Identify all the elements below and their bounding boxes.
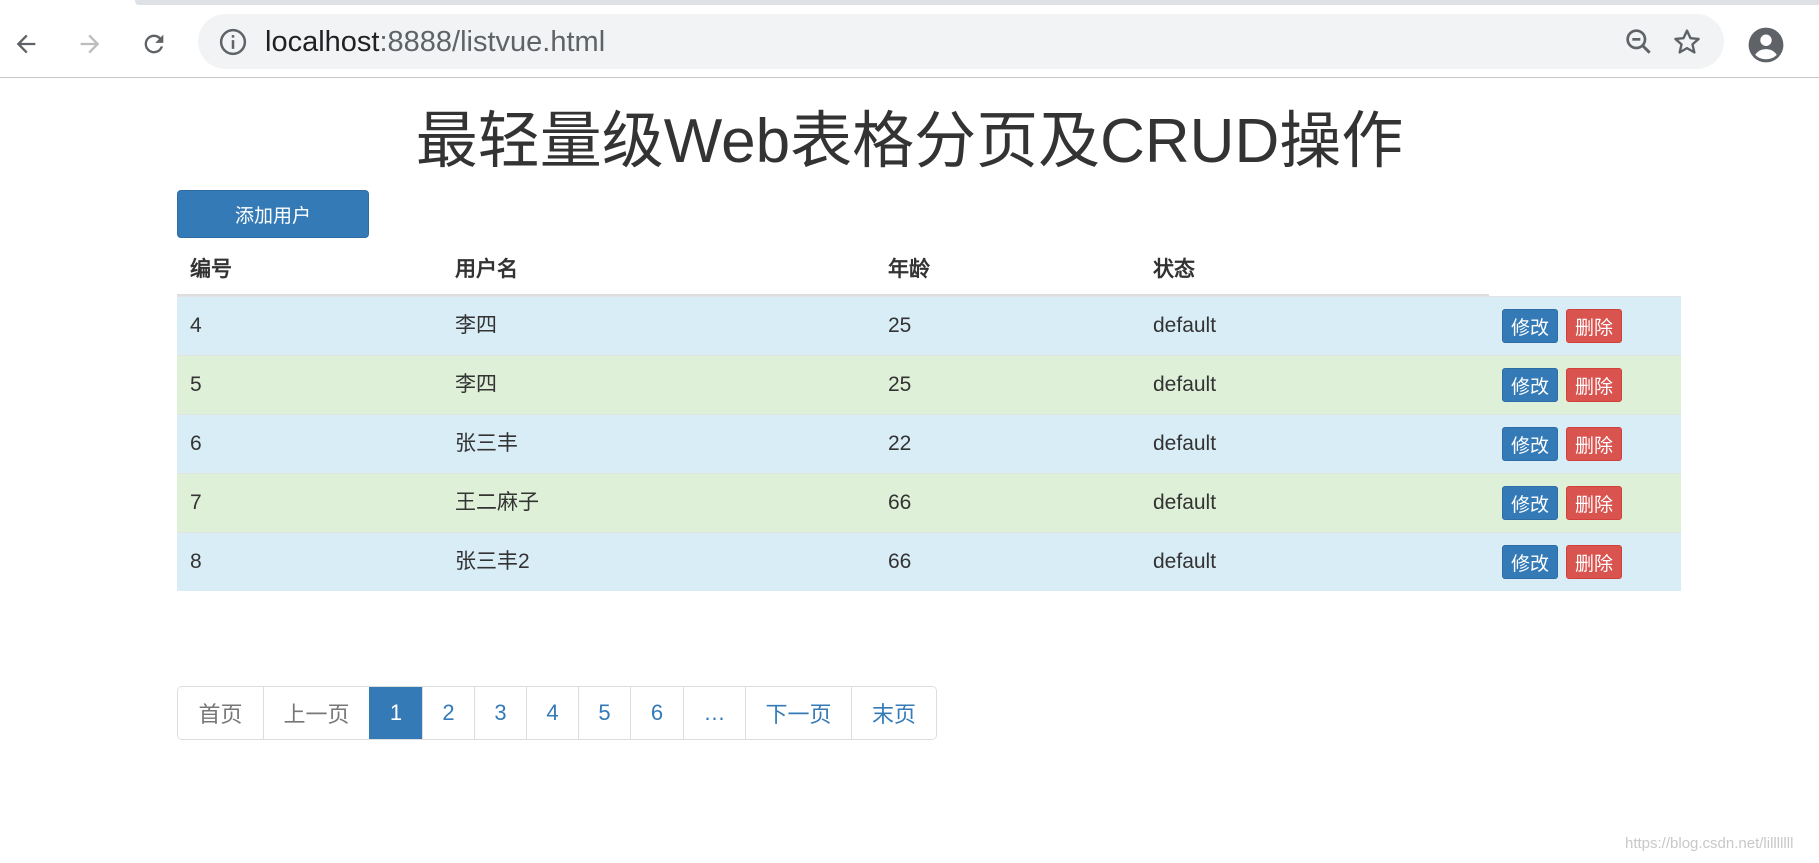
- table-row: 7 王二麻子 66 default 修改 删除: [177, 473, 1681, 532]
- row-actions: 修改 删除: [1502, 427, 1622, 461]
- zoom-out-icon[interactable]: [1623, 26, 1655, 58]
- cell-id: 5: [190, 373, 202, 396]
- page-5[interactable]: 5: [578, 687, 630, 739]
- table-row: 5 李四 25 default 修改 删除: [177, 355, 1681, 414]
- page-3[interactable]: 3: [474, 687, 526, 739]
- row-actions: 修改 删除: [1502, 309, 1622, 343]
- cell-username: 张三丰: [455, 432, 518, 455]
- star-icon[interactable]: [1671, 26, 1703, 58]
- cell-username: 李四: [455, 314, 497, 337]
- edit-button[interactable]: 修改: [1502, 427, 1558, 461]
- pagination: 首页 上一页 1 2 3 4 5 6 … 下一页 末页: [177, 686, 937, 740]
- watermark: https://blog.csdn.net/lilllllll: [1625, 835, 1794, 852]
- page-ellipsis[interactable]: …: [683, 687, 745, 739]
- cell-username: 王二麻子: [455, 491, 539, 514]
- info-icon[interactable]: [218, 27, 248, 57]
- account-icon[interactable]: [1747, 26, 1785, 64]
- edit-button[interactable]: 修改: [1502, 368, 1558, 402]
- forward-arrow-icon: [80, 34, 100, 54]
- add-user-button[interactable]: 添加用户: [177, 190, 369, 238]
- forward-button[interactable]: [68, 22, 112, 66]
- page-1[interactable]: 1: [369, 687, 422, 739]
- cell-status: default: [1153, 314, 1217, 337]
- delete-button[interactable]: 删除: [1566, 427, 1622, 461]
- table-row: 6 张三丰 22 default 修改 删除: [177, 414, 1681, 473]
- cell-username: 李四: [455, 373, 497, 396]
- page-4[interactable]: 4: [526, 687, 578, 739]
- page-prev[interactable]: 上一页: [263, 687, 369, 739]
- url-path: :8888/listvue.html: [379, 26, 606, 58]
- address-bar[interactable]: localhost:8888/listvue.html: [198, 14, 1724, 69]
- page-last[interactable]: 末页: [851, 687, 936, 739]
- cell-age: 66: [888, 550, 912, 573]
- cell-age: 25: [888, 373, 912, 396]
- row-actions: 修改 删除: [1502, 545, 1622, 579]
- back-button[interactable]: [4, 22, 48, 66]
- page-first[interactable]: 首页: [178, 687, 263, 739]
- delete-button[interactable]: 删除: [1566, 368, 1622, 402]
- cell-username: 张三丰2: [455, 550, 530, 573]
- table-header: 编号 用户名 年龄 状态: [177, 246, 1681, 296]
- page-title: 最轻量级Web表格分页及CRUD操作: [415, 107, 1404, 176]
- table-row: 4 李四 25 default 修改 删除: [177, 296, 1681, 355]
- header-username: 用户名: [455, 258, 518, 281]
- back-arrow-icon: [16, 34, 36, 54]
- url-host: localhost: [265, 26, 380, 58]
- header-age: 年龄: [888, 258, 930, 281]
- cell-status: default: [1153, 491, 1217, 514]
- delete-button[interactable]: 删除: [1566, 545, 1622, 579]
- cell-status: default: [1153, 373, 1217, 396]
- edit-button[interactable]: 修改: [1502, 486, 1558, 520]
- header-status: 状态: [1153, 258, 1195, 281]
- delete-button[interactable]: 删除: [1566, 486, 1622, 520]
- row-actions: 修改 删除: [1502, 486, 1622, 520]
- cell-age: 25: [888, 314, 912, 337]
- cell-id: 7: [190, 491, 202, 514]
- cell-age: 66: [888, 491, 912, 514]
- cell-status: default: [1153, 550, 1217, 573]
- reload-button[interactable]: [132, 22, 176, 66]
- cell-id: 4: [190, 314, 202, 337]
- delete-button[interactable]: 删除: [1566, 309, 1622, 343]
- user-table: 编号 用户名 年龄 状态 4 李四 25 default 修改 删除 5 李四 …: [177, 246, 1681, 591]
- page-2[interactable]: 2: [422, 687, 474, 739]
- header-id: 编号: [190, 258, 232, 281]
- page-6[interactable]: 6: [630, 687, 683, 739]
- table-row: 8 张三丰2 66 default 修改 删除: [177, 532, 1681, 591]
- reload-icon: [144, 34, 164, 54]
- row-actions: 修改 删除: [1502, 368, 1622, 402]
- cell-id: 8: [190, 550, 202, 573]
- edit-button[interactable]: 修改: [1502, 545, 1558, 579]
- cell-status: default: [1153, 432, 1217, 455]
- url-text[interactable]: localhost:8888/listvue.html: [265, 26, 605, 58]
- cell-age: 22: [888, 432, 912, 455]
- edit-button[interactable]: 修改: [1502, 309, 1558, 343]
- browser-toolbar: localhost:8888/listvue.html: [0, 5, 1819, 78]
- page-next[interactable]: 下一页: [745, 687, 851, 739]
- cell-id: 6: [190, 432, 202, 455]
